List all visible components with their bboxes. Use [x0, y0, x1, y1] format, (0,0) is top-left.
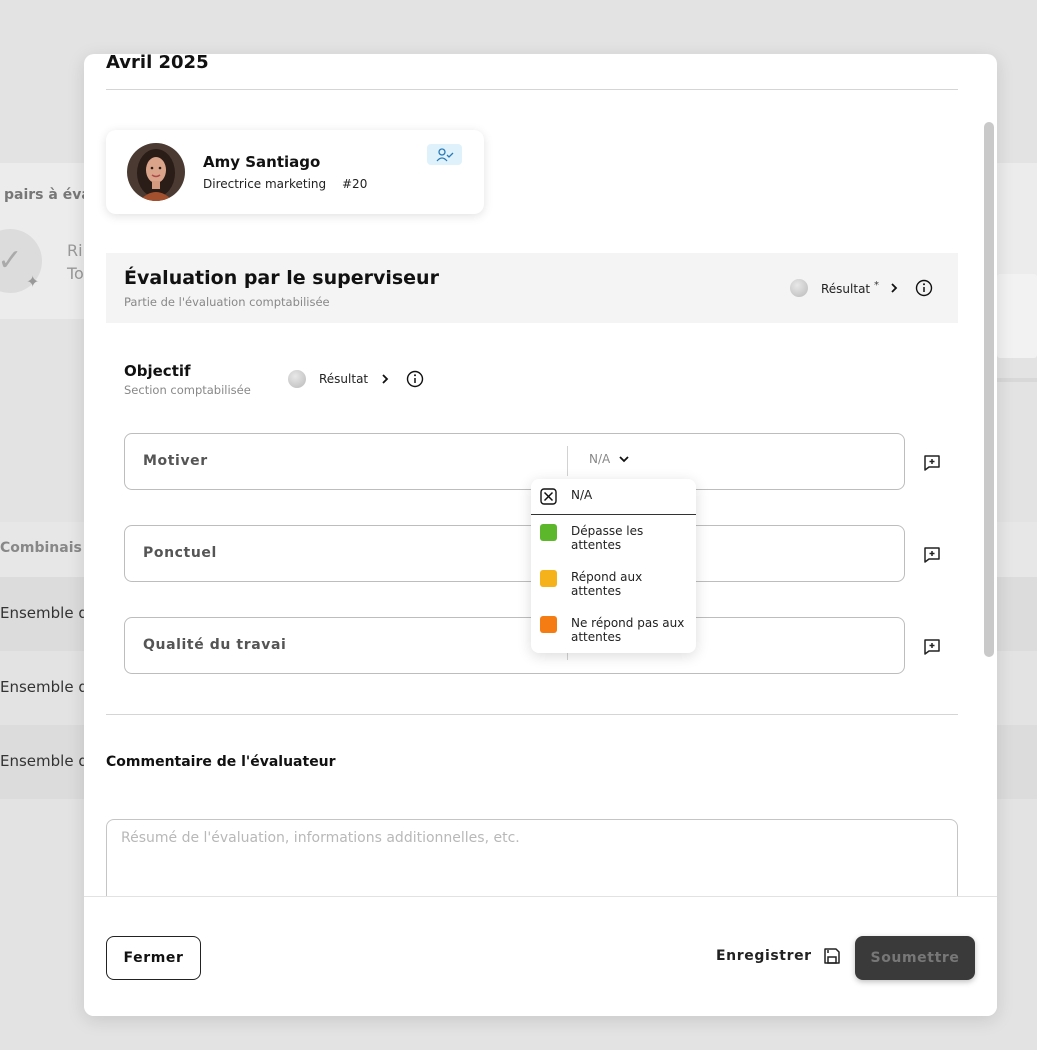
close-icon: [540, 488, 557, 505]
objective-subtitle: Section comptabilisée: [124, 383, 251, 397]
background-peers-label: pairs à éva: [4, 187, 91, 203]
info-icon[interactable]: [915, 279, 933, 297]
dropdown-option-meets[interactable]: Répond aux attentes: [531, 561, 696, 607]
scrollbar-thumb[interactable]: [984, 122, 994, 657]
rating-dropdown-menu: N/A Dépasse les attentes Répond aux atte…: [531, 479, 696, 653]
yellow-swatch: [540, 570, 557, 587]
background-row-label: Ensemble d: [0, 678, 88, 696]
sparkle-icon: ✦: [26, 272, 40, 291]
background-divider: [997, 378, 1037, 382]
section-title: Évaluation par le superviseur: [124, 267, 439, 289]
add-comment-icon[interactable]: [922, 545, 942, 565]
green-swatch: [540, 524, 557, 541]
background-column-header: Combinais: [0, 540, 82, 556]
result-status-dot: [288, 370, 306, 388]
orange-swatch: [540, 616, 557, 633]
divider: [106, 89, 958, 90]
user-check-icon[interactable]: [427, 144, 462, 165]
background-text: To: [67, 264, 84, 283]
employee-card: Amy Santiago Directrice marketing #20: [106, 130, 484, 214]
chevron-right-icon[interactable]: [380, 373, 390, 385]
option-label: N/A: [571, 488, 593, 502]
submit-button[interactable]: Soumettre: [855, 936, 975, 980]
background-text: Ri: [67, 241, 83, 260]
modal-title: Avril 2025: [106, 52, 209, 73]
background-panel: [997, 274, 1037, 358]
criterion-label: Qualité du travai: [143, 637, 287, 653]
background-row-label: Ensemble d: [0, 752, 88, 770]
employee-name: Amy Santiago: [203, 153, 321, 171]
save-label: Enregistrer: [716, 948, 812, 964]
option-label: Dépasse les attentes: [571, 524, 644, 552]
comment-placeholder: Résumé de l'évaluation, informations add…: [121, 830, 520, 846]
avatar: [127, 143, 185, 201]
employee-role: Directrice marketing: [203, 177, 327, 191]
criterion-label: Ponctuel: [143, 545, 217, 561]
comment-title: Commentaire de l'évaluateur: [106, 754, 336, 770]
criterion-row: Qualité du travai: [124, 617, 905, 674]
result-label: Résultat: [319, 372, 369, 386]
dropdown-option-exceeds[interactable]: Dépasse les attentes: [531, 515, 696, 561]
chevron-right-icon[interactable]: [889, 282, 899, 294]
rating-select[interactable]: N/A: [589, 452, 630, 466]
close-button[interactable]: Fermer: [106, 936, 201, 980]
supervisor-section-header: Évaluation par le superviseur Partie de …: [106, 253, 958, 323]
info-icon[interactable]: [406, 370, 424, 388]
rating-value: N/A: [589, 452, 611, 466]
add-comment-icon[interactable]: [922, 637, 942, 657]
employee-id: #20: [342, 177, 368, 191]
save-button[interactable]: Enregistrer: [716, 946, 842, 966]
objective-title: Objectif: [124, 362, 191, 380]
save-icon: [823, 948, 840, 964]
criterion-row: Motiver N/A: [124, 433, 905, 490]
section-subtitle: Partie de l'évaluation comptabilisée: [124, 295, 330, 309]
divider: [567, 446, 568, 476]
objective-result[interactable]: Résultat: [288, 370, 424, 388]
dropdown-option-does-not-meet[interactable]: Ne répond pas aux attentes: [531, 607, 696, 653]
result-status-dot: [790, 279, 808, 297]
dropdown-option-na[interactable]: N/A: [531, 479, 696, 514]
option-label: Répond aux attentes: [571, 570, 643, 598]
divider: [106, 714, 958, 715]
option-label: Ne répond pas aux attentes: [571, 616, 685, 644]
criterion-label: Motiver: [143, 453, 208, 469]
add-comment-icon[interactable]: [922, 453, 942, 473]
background-row-label: Ensemble d: [0, 604, 88, 622]
section-result[interactable]: Résultat *: [790, 279, 933, 297]
criterion-row: Ponctuel: [124, 525, 905, 582]
result-label: Résultat *: [821, 280, 879, 296]
chevron-down-icon: [619, 456, 629, 463]
